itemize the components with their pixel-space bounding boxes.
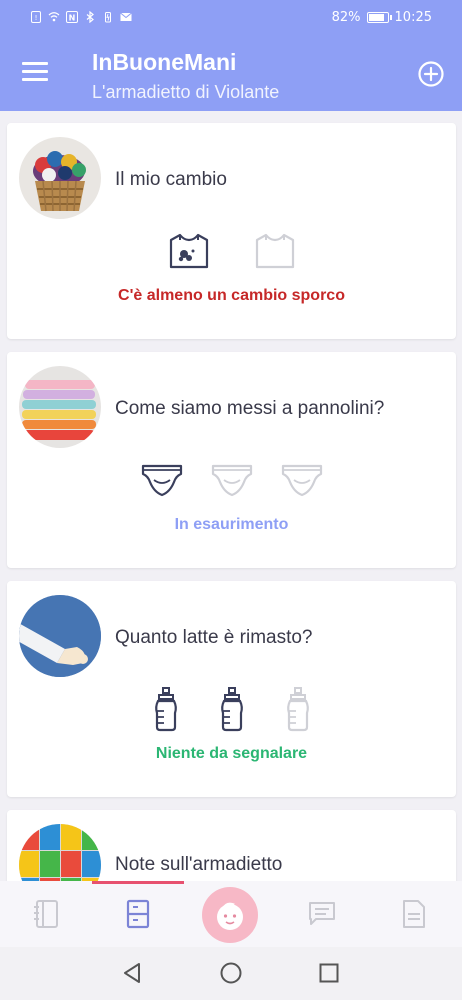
status-text: In esaurimento bbox=[174, 516, 289, 533]
diaper-empty-icon[interactable] bbox=[210, 460, 254, 500]
diaper-stack-image bbox=[19, 366, 101, 448]
system-nav-bar bbox=[0, 947, 462, 1000]
nfc-icon: N bbox=[66, 11, 78, 23]
card-title: Quanto latte è rimasto? bbox=[115, 627, 313, 648]
card-note[interactable]: Note sull'armadietto bbox=[7, 810, 456, 881]
diaper-empty-icon[interactable] bbox=[280, 460, 324, 500]
clock: 10:25 bbox=[394, 10, 432, 25]
app-bar: ! N 82% 10:25 InBuoneMani L'armadietto d… bbox=[0, 0, 462, 111]
notebook-icon bbox=[34, 900, 58, 928]
status-text: Niente da segnalare bbox=[155, 745, 308, 762]
svg-text:N: N bbox=[69, 14, 76, 23]
svg-text:!: ! bbox=[35, 14, 38, 22]
hamburger-icon bbox=[22, 62, 48, 65]
battery-percent: 82% bbox=[331, 10, 361, 25]
card-latte[interactable]: Quanto latte è rimasto? Niente da segnal… bbox=[7, 581, 456, 797]
chat-icon bbox=[309, 902, 335, 925]
mail-icon bbox=[120, 12, 132, 21]
diaper-full-icon[interactable] bbox=[140, 460, 184, 500]
bottle-empty-icon[interactable] bbox=[284, 685, 312, 733]
status-icons-left: ! N bbox=[30, 11, 132, 23]
lockers-image bbox=[19, 824, 101, 881]
baby-face-icon bbox=[217, 902, 243, 930]
card-title: Il mio cambio bbox=[115, 169, 227, 190]
bottom-nav bbox=[0, 881, 462, 947]
battery-saver-icon bbox=[105, 12, 111, 23]
card-cambio[interactable]: Il mio cambio C'è almeno un cambio sporc… bbox=[7, 123, 456, 339]
tshirt-empty-icon[interactable] bbox=[253, 229, 297, 273]
home-icon[interactable] bbox=[219, 961, 243, 985]
change-icons bbox=[7, 229, 456, 273]
nav-chat[interactable] bbox=[276, 881, 368, 947]
baby-face-button[interactable] bbox=[202, 887, 258, 943]
bluetooth-icon bbox=[86, 11, 94, 23]
card-list[interactable]: Il mio cambio C'è almeno un cambio sporc… bbox=[0, 111, 462, 881]
add-circle-icon[interactable] bbox=[418, 61, 444, 87]
app-title: InBuoneMani bbox=[92, 49, 237, 75]
bottle-full-icon[interactable] bbox=[152, 685, 180, 733]
status-text: C'è almeno un cambio sporco bbox=[118, 287, 345, 304]
card-pannolini[interactable]: Come siamo messi a pannolini? In esaurim… bbox=[7, 352, 456, 568]
locker-icon bbox=[126, 899, 150, 929]
bottle-full-icon[interactable] bbox=[218, 685, 246, 733]
nav-locker[interactable] bbox=[92, 881, 184, 947]
status-bar: ! N 82% 10:25 bbox=[0, 0, 462, 38]
wifi-icon bbox=[48, 12, 60, 22]
status-icons-right: 82% 10:25 bbox=[332, 10, 432, 25]
battery-icon bbox=[366, 12, 392, 23]
nav-documents[interactable] bbox=[368, 881, 460, 947]
sim-icon: ! bbox=[31, 11, 41, 23]
menu-button[interactable] bbox=[22, 62, 48, 84]
recents-icon[interactable] bbox=[317, 961, 341, 985]
tshirt-dirty-icon[interactable] bbox=[167, 229, 211, 273]
back-icon[interactable] bbox=[120, 961, 144, 985]
card-title: Come siamo messi a pannolini? bbox=[115, 398, 385, 419]
app-subtitle: L'armadietto di Violante bbox=[92, 82, 280, 102]
baby-bottle-image bbox=[19, 595, 101, 677]
bottle-icons bbox=[7, 685, 456, 733]
diaper-icons bbox=[7, 460, 456, 500]
card-title: Note sull'armadietto bbox=[115, 854, 283, 875]
nav-diary[interactable] bbox=[0, 881, 92, 947]
laundry-basket-image bbox=[19, 137, 101, 219]
document-icon bbox=[403, 900, 425, 928]
